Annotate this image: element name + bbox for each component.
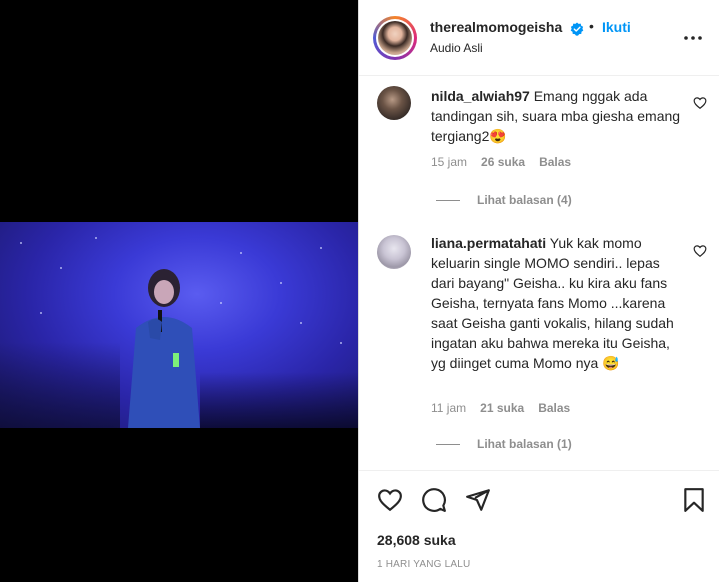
comment-like-heart-icon[interactable] — [693, 96, 707, 110]
view-replies-label: Lihat balasan (1) — [477, 437, 572, 451]
commenter-username[interactable]: liana.permatahati — [431, 235, 546, 251]
replies-divider-line — [436, 444, 460, 446]
performer-figure — [128, 269, 200, 428]
commenter-username[interactable]: nilda_alwiah97 — [431, 88, 530, 104]
replies-divider-line — [436, 200, 460, 202]
view-replies-label: Lihat balasan (4) — [477, 193, 572, 207]
comment-text-block: liana.permatahati Yuk kak momo keluarin … — [431, 233, 681, 373]
audio-label[interactable]: Audio Asli — [430, 41, 483, 55]
comment-time: 11 jam — [431, 401, 467, 415]
post-details-panel: therealmomogeisha • Ikuti Audio Asli nil… — [358, 0, 719, 582]
view-replies-button[interactable]: Lihat balasan (4) — [436, 193, 572, 207]
follow-button[interactable]: Ikuti — [602, 19, 631, 35]
bookmark-icon[interactable] — [681, 487, 707, 513]
view-replies-button[interactable]: Lihat balasan (1) — [436, 437, 572, 451]
paper-plane-icon[interactable] — [465, 487, 491, 513]
comment-item: nilda_alwiah97 Emang nggak ada tandingan… — [359, 76, 719, 218]
comment-like-count[interactable]: 26 suka — [481, 155, 525, 169]
comment-item: liana.permatahati Yuk kak momo keluarin … — [359, 218, 719, 468]
author-username[interactable]: therealmomogeisha — [430, 19, 562, 35]
author-avatar[interactable] — [373, 16, 417, 60]
comment-like-heart-icon[interactable] — [693, 244, 707, 258]
comment-bubble-icon[interactable] — [421, 487, 447, 513]
heart-icon[interactable] — [377, 487, 403, 513]
post-media-area — [0, 0, 358, 582]
comment-time: 15 jam — [431, 155, 468, 169]
commenter-avatar[interactable] — [377, 235, 411, 269]
post-timestamp[interactable]: 1 HARI YANG LALU — [377, 559, 470, 570]
video-player[interactable] — [0, 222, 358, 428]
comment-meta: 11 jam 21 suka Balas — [431, 401, 584, 415]
comment-body: Yuk kak momo keluarin single MOMO sendir… — [431, 235, 674, 371]
post-like-count[interactable]: 28,608 suka — [377, 532, 456, 548]
comment-reply-button[interactable]: Balas — [538, 401, 570, 415]
verified-badge-icon — [570, 22, 584, 36]
comment-text-block: nilda_alwiah97 Emang nggak ada tandingan… — [431, 86, 681, 146]
more-options-icon[interactable] — [682, 27, 704, 49]
post-actions-bar: 28,608 suka 1 HARI YANG LALU — [359, 470, 719, 582]
comment-like-count[interactable]: 21 suka — [480, 401, 524, 415]
comment-meta: 15 jam 26 suka Balas — [431, 155, 585, 169]
separator-dot: • — [589, 18, 594, 34]
commenter-avatar[interactable] — [377, 86, 411, 120]
comment-reply-button[interactable]: Balas — [539, 155, 571, 169]
post-header: therealmomogeisha • Ikuti Audio Asli — [359, 0, 719, 76]
